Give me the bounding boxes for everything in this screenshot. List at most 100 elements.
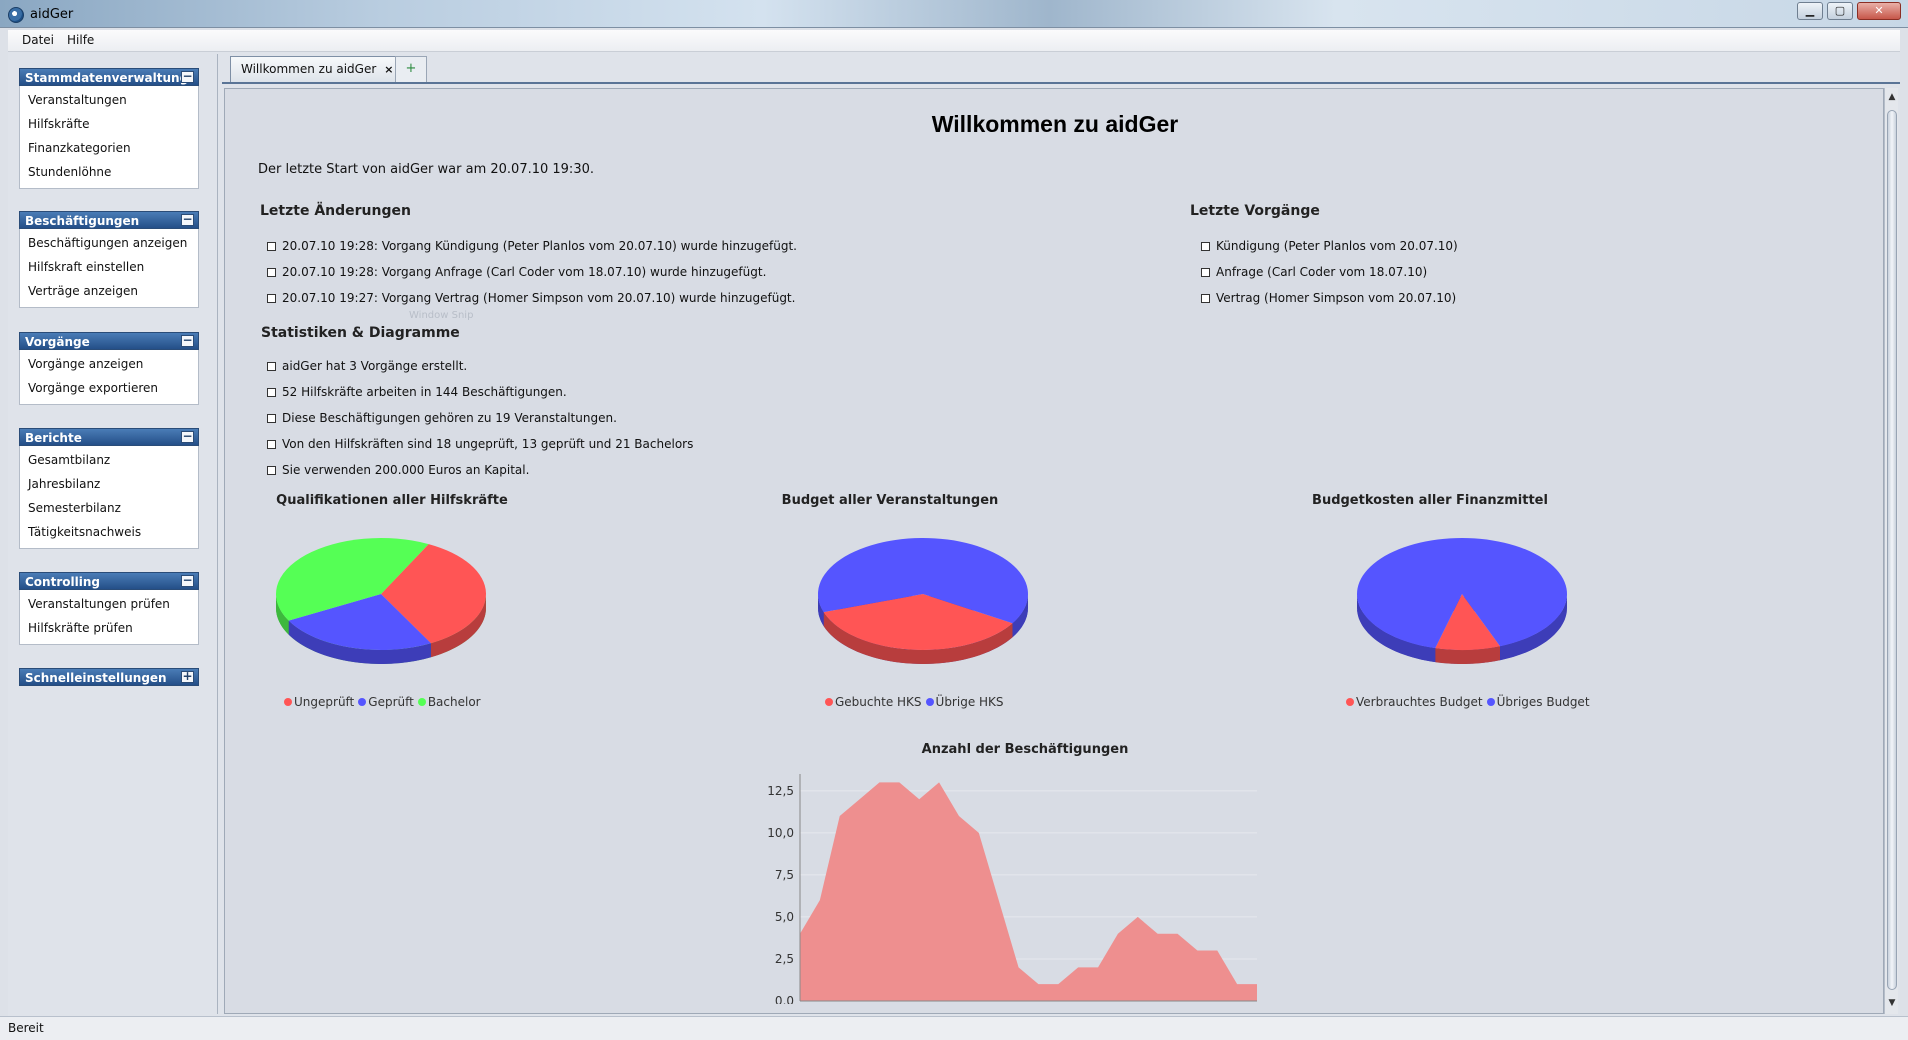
sidebar-link[interactable]: Jahresbilanz	[20, 472, 198, 496]
list-item-text: Sie verwenden 200.000 Euros an Kapital.	[282, 463, 530, 477]
panel-body: Veranstaltungen prüfen Hilfskräfte prüfen	[19, 590, 199, 645]
panel-title: Stammdatenverwaltung	[25, 71, 189, 85]
tab-strip: Willkommen zu aidGer × +	[222, 54, 1900, 84]
panel-header[interactable]: Stammdatenverwaltung −	[19, 68, 199, 86]
list-item-text: Vertrag (Homer Simpson vom 20.07.10)	[1216, 291, 1457, 305]
collapse-icon[interactable]: −	[181, 213, 194, 226]
panel-header[interactable]: Schnelleinstellungen +	[19, 668, 199, 686]
list-item-text: 52 Hilfskräfte arbeiten in 144 Beschäfti…	[282, 385, 567, 399]
legend-label: Übrige HKS	[935, 695, 1004, 709]
area-series	[800, 782, 1257, 1001]
sidebar-link[interactable]: Semesterbilanz	[20, 496, 198, 520]
sidebar-link[interactable]: Veranstaltungen	[20, 88, 198, 112]
sidebar-link[interactable]: Tätigkeitsnachweis	[20, 520, 198, 544]
new-tab-icon[interactable]: +	[395, 56, 427, 82]
tab-close-icon[interactable]: ×	[384, 63, 393, 76]
sidebar-link[interactable]: Veranstaltungen prüfen	[20, 592, 198, 616]
legend-label: Verbrauchtes Budget	[1356, 695, 1483, 709]
last-start-text: Der letzte Start von aidGer war am 20.07…	[258, 162, 594, 177]
employments-area-chart: 0,02,55,07,510,012,5Apr-2009Aug-2009Dez-…	[767, 774, 1257, 1004]
y-tick-label: 0,0	[775, 994, 794, 1004]
budget-pie-chart	[818, 538, 1028, 664]
change-item: 20.07.10 19:28: Vorgang Anfrage (Carl Co…	[267, 265, 766, 279]
panel-title: Berichte	[25, 431, 82, 445]
sidebar-panel: Controlling − Veranstaltungen prüfen Hilfsk…	[19, 572, 199, 645]
panel-title: Vorgänge	[25, 335, 90, 349]
sidebar-panel: Vorgänge − Vorgänge anzeigen Vorgänge expor…	[19, 332, 199, 405]
sidebar-link[interactable]: Gesamtbilanz	[20, 448, 198, 472]
menu-hilfe[interactable]: Hilfe	[67, 33, 94, 47]
minimize-button[interactable]: ▁	[1797, 2, 1823, 20]
chart-title-budget: Budget aller Veranstaltungen	[781, 493, 999, 508]
status-bar: Bereit	[0, 1016, 1908, 1040]
bullet-icon	[267, 294, 276, 303]
panel-header[interactable]: Berichte −	[19, 428, 199, 446]
list-item-text: Anfrage (Carl Coder vom 18.07.10)	[1216, 265, 1428, 279]
panel-title: Beschäftigungen	[25, 214, 140, 228]
sidebar-link[interactable]: Vorgänge exportieren	[20, 376, 198, 400]
panel-header[interactable]: Controlling −	[19, 572, 199, 590]
panel-body: Gesamtbilanz Jahresbilanz Semesterbilanz Tä…	[19, 446, 199, 549]
content-scrollbar[interactable]: ▲ ▼	[1884, 88, 1898, 1014]
bullet-icon	[1201, 294, 1210, 303]
process-item: Kündigung (Peter Planlos vom 20.07.10)	[1201, 239, 1458, 253]
list-item-text: 20.07.10 19:28: Vorgang Anfrage (Carl Co…	[282, 265, 767, 279]
y-tick-label: 10,0	[767, 826, 794, 840]
sidebar-link[interactable]: Hilfskraft einstellen	[20, 255, 198, 279]
stat-item: Diese Beschäftigungen gehören zu 19 Vera…	[267, 411, 617, 425]
bullet-icon	[267, 466, 276, 475]
legend-label: Ungeprüft	[294, 695, 355, 709]
sidebar-link[interactable]: Finanzkategorien	[20, 136, 198, 160]
tab-welcome[interactable]: Willkommen zu aidGer ×	[230, 56, 405, 82]
list-item-text: Diese Beschäftigungen gehören zu 19 Vera…	[282, 411, 617, 425]
legend-swatch	[284, 698, 292, 706]
legend-swatch	[825, 698, 833, 706]
list-item-text: Kündigung (Peter Planlos vom 20.07.10)	[1216, 239, 1458, 253]
processes-heading: Letzte Vorgänge	[1190, 203, 1320, 219]
bullet-icon	[1201, 268, 1210, 277]
y-tick-label: 5,0	[775, 910, 794, 924]
scroll-up-icon[interactable]: ▲	[1886, 92, 1898, 104]
panel-header[interactable]: Beschäftigungen −	[19, 211, 199, 229]
budget-legend: Gebuchte HKS Übrige HKS	[821, 695, 1004, 709]
panel-body: Beschäftigungen anzeigen Hilfskraft einst…	[19, 229, 199, 308]
legend-swatch	[1486, 698, 1495, 706]
sidebar-link[interactable]: Vorgänge anzeigen	[20, 352, 198, 376]
process-item: Anfrage (Carl Coder vom 18.07.10)	[1201, 265, 1427, 279]
bullet-icon	[1201, 242, 1210, 251]
sidebar-link[interactable]: Hilfskräfte prüfen	[20, 616, 198, 640]
list-item-text: Von den Hilfskräften sind 18 ungeprüft, …	[282, 437, 694, 451]
menu-bar: Datei Hilfe	[8, 30, 1900, 52]
sidebar-panel: Schnelleinstellungen +	[19, 668, 199, 686]
panel-title: Schnelleinstellungen	[25, 671, 167, 685]
list-item-text: 20.07.10 19:27: Vorgang Vertrag (Homer S…	[282, 291, 796, 305]
sidebar-link[interactable]: Hilfskräfte	[20, 112, 198, 136]
collapse-icon[interactable]: −	[181, 574, 194, 587]
y-tick-label: 12,5	[767, 784, 794, 798]
bullet-icon	[267, 414, 276, 423]
panel-header[interactable]: Vorgänge −	[19, 332, 199, 350]
list-item-text: 20.07.10 19:28: Vorgang Kündigung (Peter…	[282, 239, 797, 253]
sidebar-link[interactable]: Stundenlöhne	[20, 160, 198, 184]
menu-datei[interactable]: Datei	[22, 33, 54, 47]
chart-title-qualifications: Qualifikationen aller Hilfskräfte	[276, 493, 508, 508]
expand-icon[interactable]: +	[181, 670, 194, 683]
collapse-icon[interactable]: −	[181, 430, 194, 443]
maximize-button[interactable]: ▢	[1827, 2, 1853, 20]
close-window-button[interactable]: ✕	[1857, 2, 1901, 20]
page-title: Willkommen zu aidGer	[931, 111, 1179, 137]
stat-item: 52 Hilfskräfte arbeiten in 144 Beschäfti…	[267, 385, 567, 399]
scroll-down-icon[interactable]: ▼	[1886, 998, 1898, 1010]
scroll-thumb[interactable]	[1887, 110, 1897, 990]
collapse-icon[interactable]: −	[181, 334, 194, 347]
sidebar-link[interactable]: Beschäftigungen anzeigen	[20, 231, 198, 255]
sidebar-link[interactable]: Verträge anzeigen	[20, 279, 198, 303]
panel-title: Controlling	[25, 575, 100, 589]
collapse-icon[interactable]: −	[181, 70, 194, 83]
budget-costs-legend: Verbrauchtes Budget Übriges Budget	[1342, 695, 1590, 709]
bullet-icon	[267, 362, 276, 371]
legend-label: Bachelor	[427, 695, 481, 709]
y-tick-label: 2,5	[775, 952, 794, 966]
chart-title-employments: Anzahl der Beschäftigungen	[921, 742, 1129, 757]
sidebar-panel: Stammdatenverwaltung − Veranstaltungen Hilf…	[19, 68, 199, 189]
